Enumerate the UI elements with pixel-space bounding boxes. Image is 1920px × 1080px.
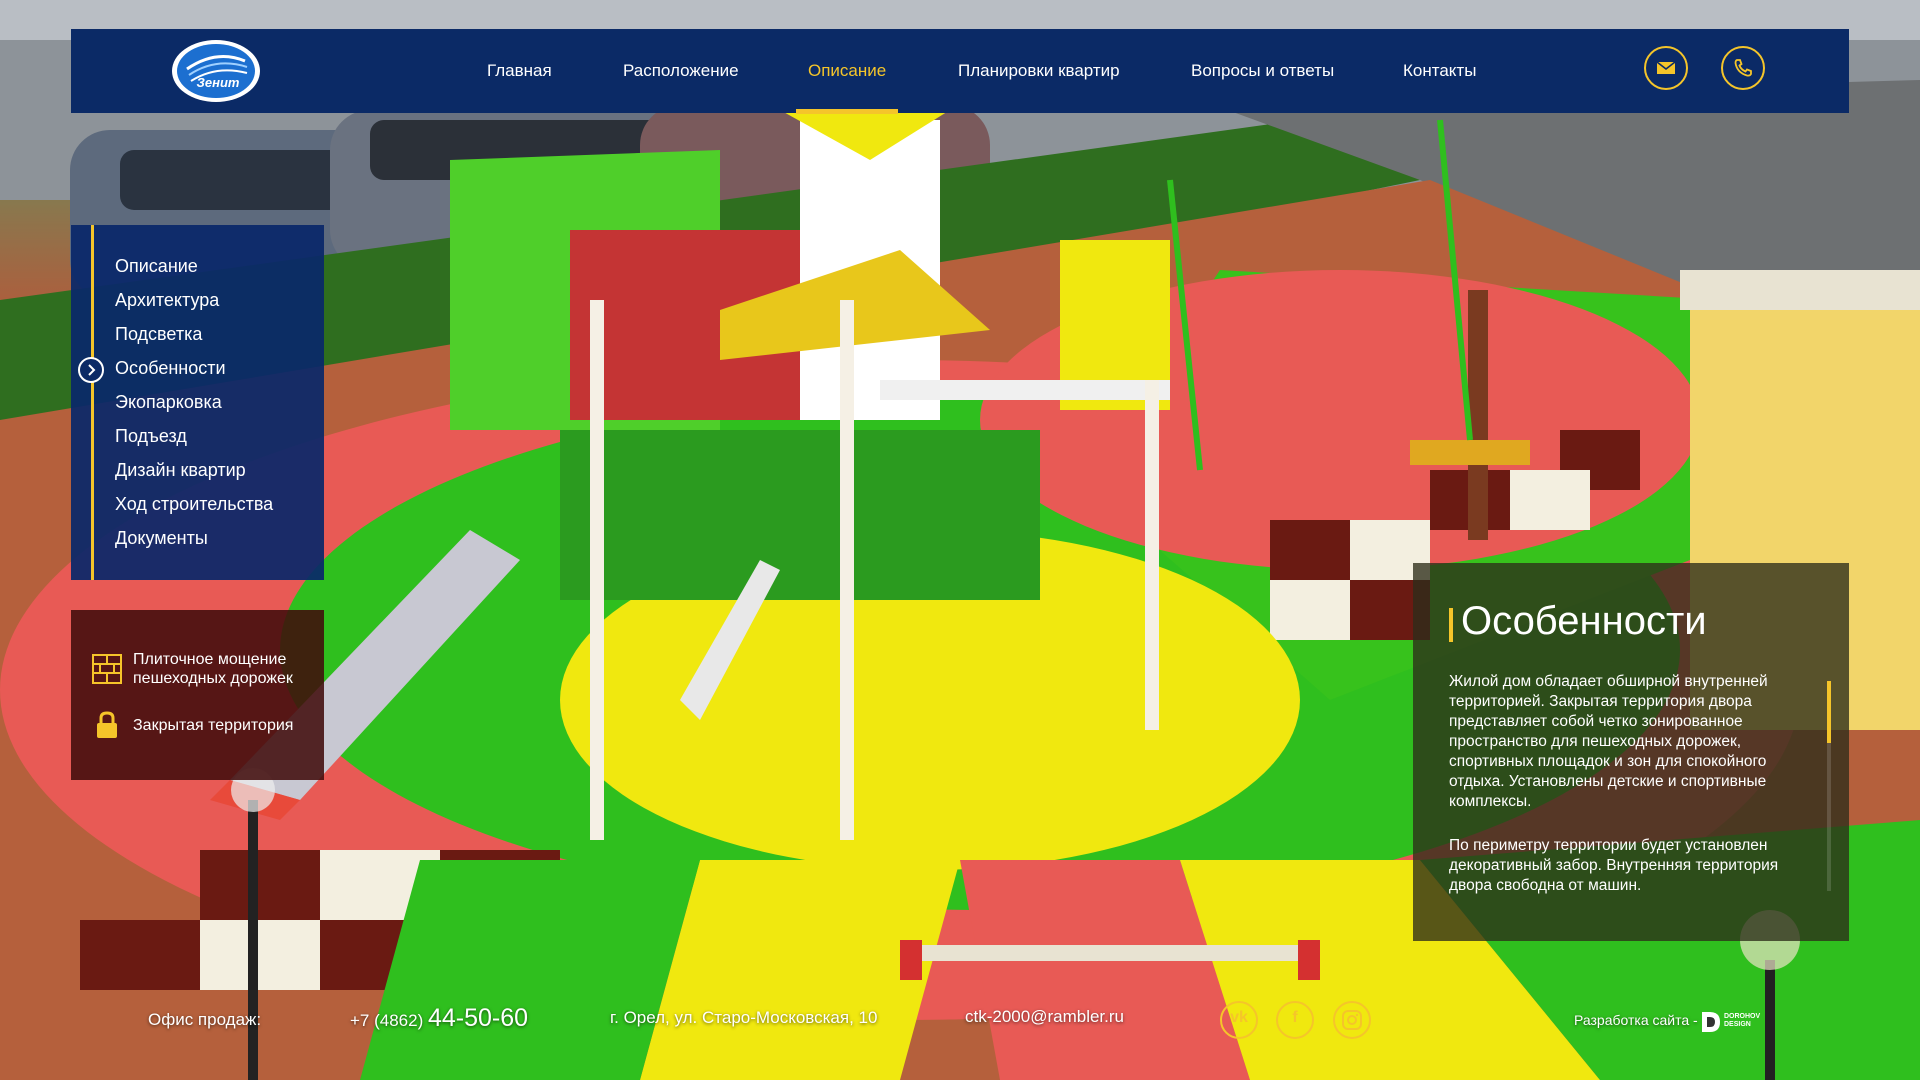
info-title: Особенности bbox=[1461, 599, 1707, 643]
submenu-item-documents[interactable]: Документы bbox=[115, 528, 208, 549]
facebook-button[interactable]: f bbox=[1276, 1001, 1314, 1039]
info-panel: Особенности Жилой дом обладает обширной … bbox=[1413, 563, 1849, 941]
info-paragraph: По периметру территории будет установлен… bbox=[1449, 837, 1779, 894]
vk-button[interactable]: vk bbox=[1220, 1001, 1258, 1039]
description-submenu: Описание Архитектура Подсветка Особеннос… bbox=[71, 225, 324, 580]
title-accent-bar bbox=[1449, 608, 1453, 642]
info-paragraph: Жилой дом обладает обширной внутренней т… bbox=[1449, 673, 1768, 810]
instagram-button[interactable] bbox=[1333, 1001, 1371, 1039]
tiles-icon bbox=[92, 654, 122, 684]
submenu-line bbox=[91, 225, 94, 580]
feature-closed-territory-label: Закрытая территория bbox=[133, 717, 294, 734]
submenu-item-eco-parking[interactable]: Экопарковка bbox=[115, 392, 222, 413]
top-header: Зенит Главная Расположение Описание План… bbox=[71, 29, 1849, 114]
phone-prefix: +7 (4862) bbox=[350, 1011, 424, 1030]
phone-button[interactable] bbox=[1721, 46, 1765, 90]
mail-icon bbox=[1656, 61, 1676, 74]
lock-icon bbox=[97, 711, 117, 738]
features-box: Плиточное мощение пешеходных дорожек Зак… bbox=[71, 610, 324, 780]
vk-icon: vk bbox=[1230, 1009, 1248, 1026]
phone-icon bbox=[1734, 59, 1752, 77]
address-text: г. Орел, ул. Старо-Московская, 10 bbox=[610, 1008, 878, 1027]
chevron-right-icon bbox=[78, 357, 104, 383]
developer-logo-text: DOROHOV DESIGN bbox=[1724, 1013, 1761, 1028]
phone-link[interactable]: +7 (4862) 44-50-60 bbox=[350, 1004, 528, 1033]
submenu-item-description[interactable]: Описание bbox=[115, 256, 198, 277]
nav-item-faq[interactable]: Вопросы и ответы bbox=[1191, 29, 1334, 113]
nav-item-contacts[interactable]: Контакты bbox=[1403, 29, 1476, 113]
submenu-item-apartment-design[interactable]: Дизайн квартир bbox=[115, 460, 246, 481]
nav-item-home[interactable]: Главная bbox=[487, 29, 552, 113]
nav-item-description[interactable]: Описание bbox=[795, 29, 899, 114]
submenu-item-lighting[interactable]: Подсветка bbox=[115, 324, 202, 345]
mail-button[interactable] bbox=[1644, 46, 1688, 90]
info-scrollbar[interactable] bbox=[1827, 681, 1831, 891]
submenu-item-entrance[interactable]: Подъезд bbox=[115, 426, 187, 447]
submenu-item-features[interactable]: Особенности bbox=[115, 358, 226, 379]
sales-office-label: Офис продаж: bbox=[148, 1010, 262, 1029]
developer-label: Разработка сайта - bbox=[1574, 1012, 1698, 1028]
nav-item-location[interactable]: Расположение bbox=[623, 29, 739, 113]
facebook-icon: f bbox=[1292, 1009, 1298, 1026]
submenu-item-construction-progress[interactable]: Ход строительства bbox=[115, 494, 273, 515]
nav-item-floor-plans[interactable]: Планировки квартир bbox=[958, 29, 1120, 113]
dorohov-design-logo[interactable]: DOROHOV DESIGN bbox=[1700, 1010, 1770, 1034]
submenu-item-architecture[interactable]: Архитектура bbox=[115, 290, 219, 311]
scrollbar-thumb[interactable] bbox=[1827, 681, 1831, 743]
main-nav: Главная Расположение Описание Планировки… bbox=[71, 29, 1849, 114]
instagram-icon bbox=[1342, 1010, 1362, 1030]
phone-number: 44-50-60 bbox=[427, 1004, 529, 1032]
feature-paving-label: Плиточное мощение пешеходных дорожек bbox=[133, 651, 293, 687]
email-link[interactable]: ctk-2000@rambler.ru bbox=[965, 1007, 1124, 1027]
